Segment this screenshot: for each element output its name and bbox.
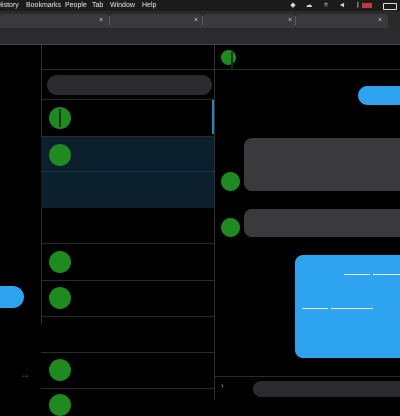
chat-header-avatar[interactable]: [221, 50, 236, 70]
list-divider: [41, 171, 214, 172]
browser-tab-2[interactable]: ×: [110, 14, 202, 28]
avatar: [49, 251, 71, 273]
message-bubble-incoming: [244, 209, 400, 237]
message-bubble-outgoing: [295, 255, 400, 358]
composer-divider: [215, 376, 400, 377]
more-icon[interactable]: ···: [22, 373, 29, 380]
menu-help[interactable]: Help: [142, 0, 156, 11]
list-item-selected[interactable]: [41, 137, 214, 208]
close-icon[interactable]: ×: [376, 14, 384, 28]
search-input[interactable]: [47, 75, 212, 95]
list-divider: [41, 388, 214, 389]
avatar: [49, 144, 71, 166]
toolbar-divider: [0, 44, 400, 45]
avatar: [221, 218, 240, 237]
browser-tab-3[interactable]: ×: [203, 14, 295, 28]
composer-arrow-icon[interactable]: ›: [221, 381, 224, 390]
list-item[interactable]: [41, 100, 214, 136]
list-pane-divider: [214, 45, 215, 400]
message-input[interactable]: [253, 381, 400, 397]
avatar: [49, 394, 71, 416]
avatar: [49, 287, 71, 309]
menu-history[interactable]: History: [0, 0, 19, 11]
list-divider: [41, 316, 214, 317]
bluetooth-icon[interactable]: ᛒ: [354, 2, 362, 9]
message-bubble-outgoing: [358, 86, 400, 105]
avatar: [49, 359, 71, 381]
scrollbar[interactable]: [212, 100, 214, 134]
list-header-divider: [41, 69, 214, 70]
avatar: [49, 107, 71, 129]
cloud-icon[interactable]: ☁: [305, 2, 313, 9]
text-line: [373, 274, 400, 275]
close-icon[interactable]: ×: [97, 14, 105, 28]
dropbox-icon[interactable]: ◆: [289, 2, 297, 9]
volume-icon[interactable]: ◄: [338, 2, 346, 9]
menu-window[interactable]: Window: [110, 0, 135, 11]
avatar: [221, 172, 240, 191]
menu-bookmarks[interactable]: Bookmarks: [26, 0, 61, 11]
text-line: [331, 308, 373, 309]
list-item[interactable]: [41, 281, 214, 316]
message-bubble-incoming: [244, 138, 400, 191]
menu-tab[interactable]: Tab: [92, 0, 103, 11]
browser-tab-1[interactable]: ×: [0, 14, 109, 28]
close-icon[interactable]: ×: [286, 14, 294, 28]
compose-button[interactable]: [0, 286, 24, 308]
battery-icon[interactable]: [383, 3, 397, 10]
menu-bar: History Bookmarks People Tab Window Help…: [0, 0, 400, 11]
browser-tab-4[interactable]: ×: [296, 14, 388, 28]
browser-toolbar: [0, 31, 400, 44]
flag-us-icon[interactable]: [362, 3, 372, 8]
text-line: [302, 308, 328, 309]
list-item[interactable]: [41, 353, 214, 388]
close-icon[interactable]: ×: [192, 14, 200, 28]
siri-icon[interactable]: ⌾: [322, 2, 330, 9]
chat-header-divider: [215, 69, 400, 70]
text-line: [344, 274, 370, 275]
menu-people[interactable]: People: [65, 0, 87, 11]
list-item[interactable]: [41, 244, 214, 280]
